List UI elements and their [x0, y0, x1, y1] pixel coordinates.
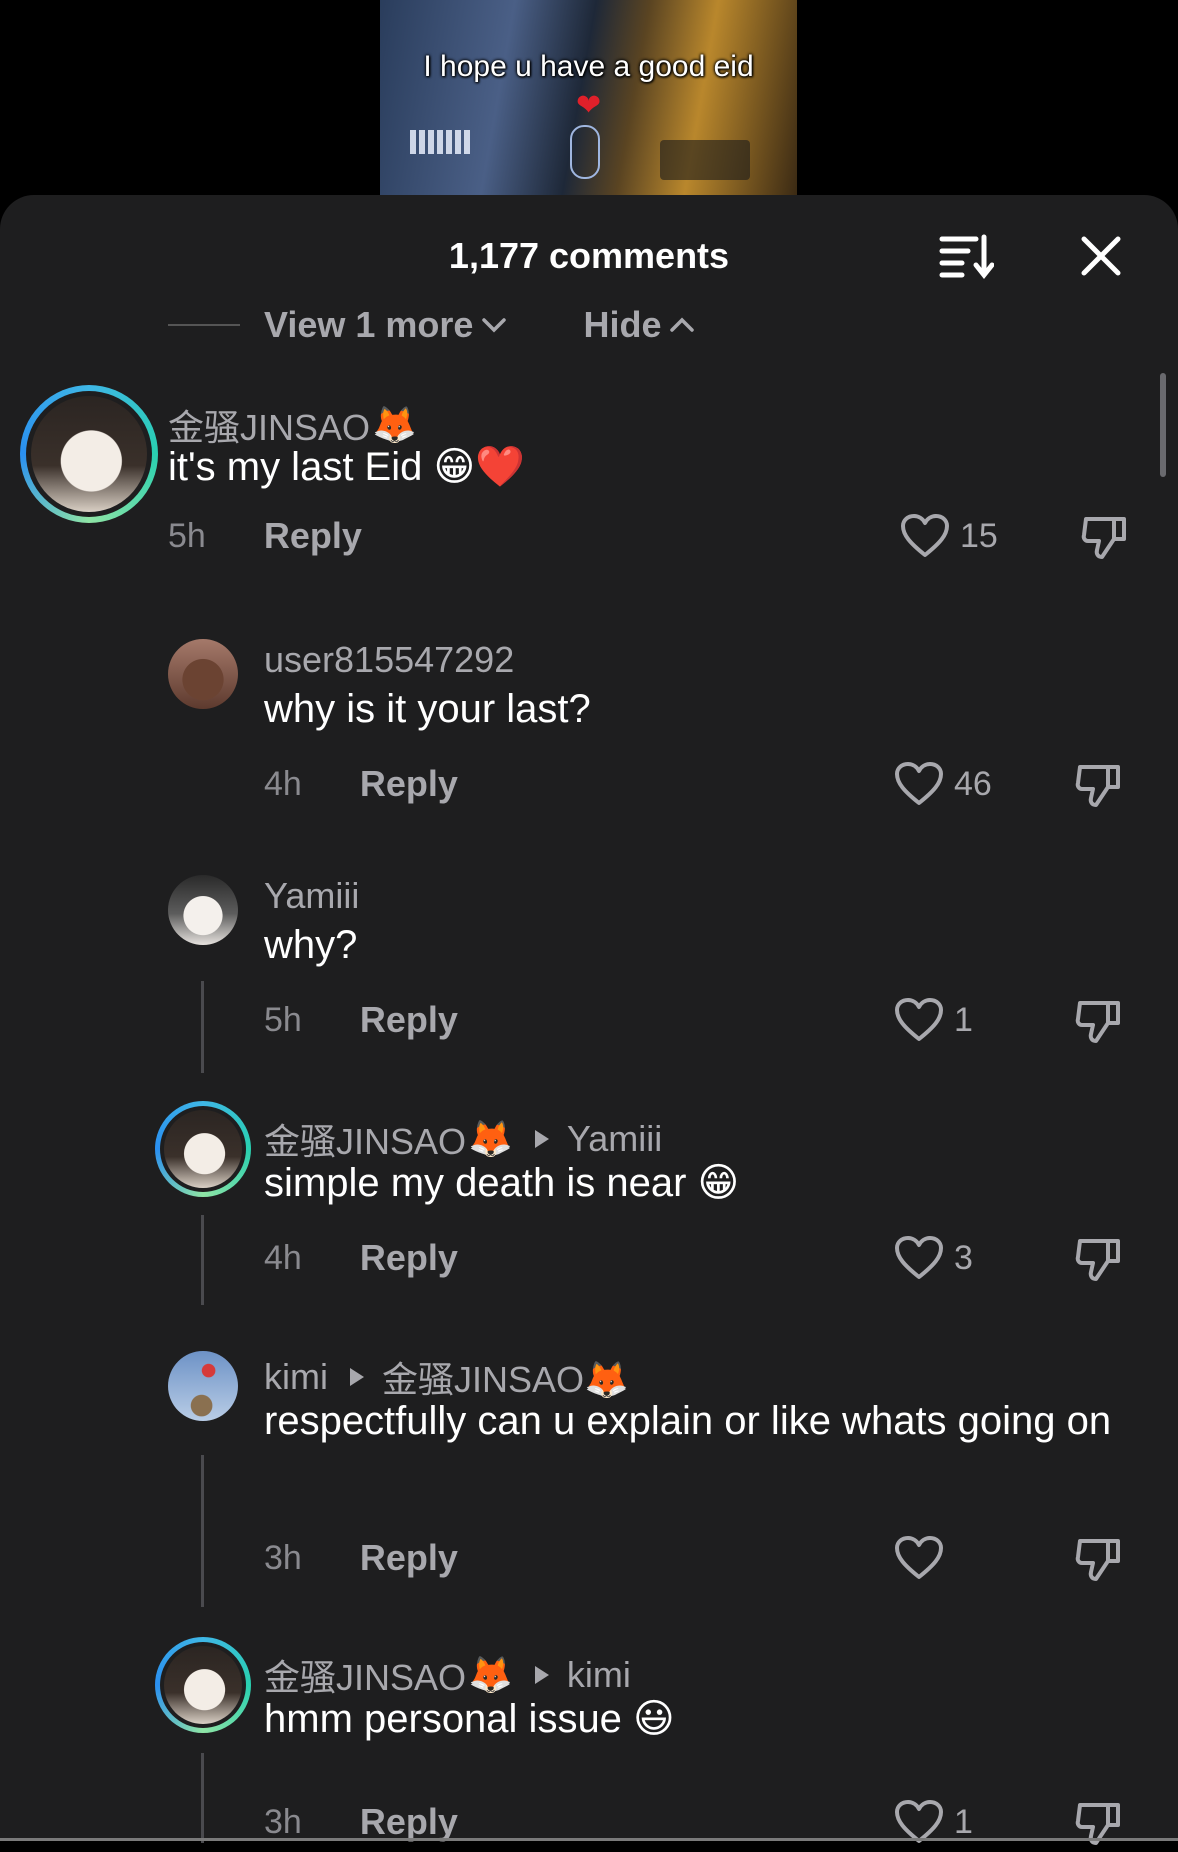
thread-divider — [168, 324, 240, 326]
thumbs-down-icon[interactable] — [1080, 511, 1130, 566]
like-count: 3 — [954, 1238, 973, 1277]
reply-button[interactable]: Reply — [360, 1801, 458, 1843]
avatar[interactable] — [168, 1351, 238, 1421]
reply-to-arrow-icon — [534, 1666, 549, 1684]
view-more-label: View 1 more — [264, 304, 474, 345]
scrollbar[interactable] — [1160, 373, 1166, 477]
thumbs-down-icon[interactable] — [1074, 995, 1124, 1050]
reply-to-arrow-icon — [534, 1130, 549, 1148]
comment-time: 5h — [168, 516, 206, 555]
like-count: 1 — [954, 1802, 973, 1841]
like-count: 1 — [954, 1000, 973, 1039]
avatar[interactable] — [31, 396, 147, 512]
comment-text: hmm personal issue 😃 — [264, 1697, 675, 1741]
heart-icon — [895, 1236, 943, 1279]
hide-replies-link[interactable]: Hide — [583, 304, 695, 346]
thread-line — [201, 1455, 204, 1607]
hide-label: Hide — [583, 304, 662, 345]
thumbs-down-icon[interactable] — [1074, 759, 1124, 814]
like-count: 15 — [960, 516, 998, 555]
like-button[interactable]: 46 — [894, 761, 992, 807]
thumbs-down-icon[interactable] — [1074, 1533, 1124, 1588]
reply-to-arrow-icon — [349, 1368, 364, 1386]
game-hud-gauge — [570, 125, 600, 179]
thread-line — [201, 981, 204, 1073]
like-button[interactable]: 3 — [894, 1235, 973, 1281]
comment-time: 4h — [264, 764, 302, 803]
story-ring — [155, 1101, 251, 1197]
comment-meta: 4h Reply — [264, 763, 458, 805]
comment-time: 3h — [264, 1802, 302, 1841]
heart-icon — [895, 1536, 943, 1579]
heart-icon — [895, 762, 943, 805]
comment-meta: 3h Reply — [264, 1537, 458, 1579]
comment-meta: 3h Reply — [264, 1801, 458, 1843]
heart-icon — [901, 514, 949, 557]
heart-icon — [895, 998, 943, 1041]
reply-button[interactable]: Reply — [360, 1537, 458, 1579]
sort-icon[interactable] — [938, 233, 995, 280]
like-button[interactable] — [894, 1535, 954, 1581]
comments-count-title: 1,177 comments — [448, 235, 730, 276]
close-icon[interactable] — [1076, 231, 1126, 281]
thread-line — [201, 1215, 204, 1305]
avatar[interactable] — [164, 1646, 242, 1724]
comment-time: 4h — [264, 1238, 302, 1277]
story-ring — [155, 1637, 251, 1733]
comments-sheet: 1,177 comments View 1 more Hide 金骚JINSAO… — [0, 195, 1178, 1845]
comment-text: why is it your last? — [264, 687, 591, 731]
caption-heart-emoji: ❤ — [576, 89, 602, 122]
comment-text: it's my last Eid 😁❤️ — [168, 445, 525, 489]
thread-controls: View 1 more Hide — [168, 304, 695, 346]
thumbs-down-icon[interactable] — [1074, 1797, 1124, 1852]
comment-meta: 5h Reply — [264, 999, 458, 1041]
reply-button[interactable]: Reply — [360, 999, 458, 1041]
video-preview[interactable]: I hope u have a good eid ❤ — [380, 0, 797, 195]
like-button[interactable]: 1 — [894, 997, 973, 1043]
comment-username[interactable]: user815547292 — [264, 639, 514, 681]
thumbs-down-icon[interactable] — [1074, 1233, 1124, 1288]
chevron-up-icon — [670, 317, 695, 332]
view-more-replies-link[interactable]: View 1 more — [264, 304, 507, 346]
chevron-down-icon — [482, 318, 507, 333]
avatar[interactable] — [168, 875, 238, 945]
reply-button[interactable]: Reply — [360, 1237, 458, 1279]
comment-username[interactable]: Yamiii — [264, 875, 359, 917]
story-ring — [20, 385, 158, 523]
comment-time: 3h — [264, 1538, 302, 1577]
game-hud-bar — [410, 130, 470, 154]
game-hud-panel — [660, 140, 750, 180]
thread-line — [201, 1753, 204, 1843]
like-count: 46 — [954, 764, 992, 803]
comment-meta: 4h Reply — [264, 1237, 458, 1279]
comment-time: 5h — [264, 1000, 302, 1039]
video-caption: I hope u have a good eid — [423, 50, 754, 83]
comment-text: simple my death is near 😁 — [264, 1161, 740, 1205]
comment-meta: 5h Reply — [168, 515, 362, 557]
like-button[interactable]: 15 — [900, 513, 998, 559]
reply-button[interactable]: Reply — [264, 515, 362, 557]
comment-text: respectfully can u explain or like whats… — [264, 1399, 1112, 1443]
reply-button[interactable]: Reply — [360, 763, 458, 805]
comment-text: why? — [264, 923, 358, 967]
avatar[interactable] — [168, 639, 238, 709]
avatar[interactable] — [164, 1110, 242, 1188]
